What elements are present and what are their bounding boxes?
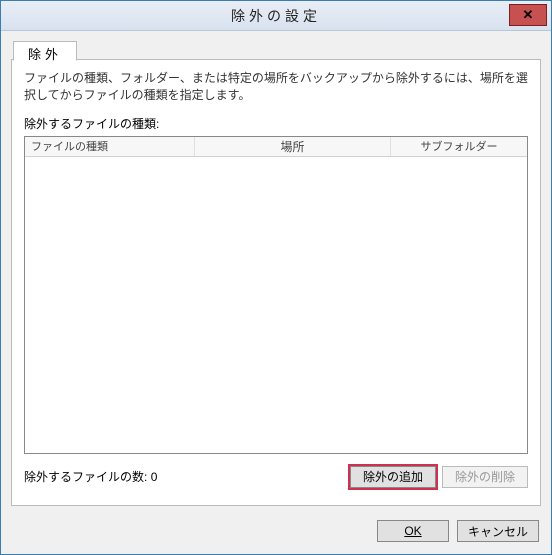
close-button[interactable]: ✕ (509, 4, 547, 26)
exclusion-list[interactable]: ファイルの種類 場所 サブフォルダー (24, 136, 528, 454)
cancel-button[interactable]: キャンセル (457, 520, 539, 542)
column-location[interactable]: 場所 (195, 137, 391, 156)
tab-exclusion[interactable]: 除外 (13, 41, 77, 61)
dialog-window: 除外の設定 ✕ 除外 ファイルの種類、フォルダー、または特定の場所をバックアップ… (0, 0, 552, 555)
ok-button-label: OK (404, 524, 421, 538)
list-label: 除外するファイルの種類: (24, 115, 528, 132)
list-rows (25, 157, 527, 453)
column-subfolder[interactable]: サブフォルダー (391, 137, 527, 156)
column-file-type[interactable]: ファイルの種類 (25, 137, 195, 156)
list-header: ファイルの種類 場所 サブフォルダー (25, 137, 527, 157)
titlebar: 除外の設定 ✕ (1, 1, 551, 31)
window-title: 除外の設定 (231, 6, 321, 26)
dialog-body: 除外 ファイルの種類、フォルダー、または特定の場所をバックアップから除外するには… (1, 31, 551, 554)
tab-label: 除外 (28, 47, 62, 62)
remove-exclusion-button: 除外の削除 (442, 466, 528, 488)
description-text: ファイルの種類、フォルダー、または特定の場所をバックアップから除外するには、場所… (24, 70, 528, 105)
list-footer-row: 除外するファイルの数: 0 除外の追加 除外の削除 (24, 466, 528, 488)
close-icon: ✕ (523, 7, 534, 23)
dialog-footer: OK キャンセル (377, 520, 539, 542)
ok-button[interactable]: OK (377, 520, 449, 542)
count-value: 0 (151, 470, 158, 484)
exclusion-count: 除外するファイルの数: 0 (24, 468, 344, 485)
add-exclusion-button[interactable]: 除外の追加 (350, 466, 436, 488)
tab-panel: ファイルの種類、フォルダー、または特定の場所をバックアップから除外するには、場所… (11, 59, 541, 506)
count-label: 除外するファイルの数: (24, 470, 147, 484)
